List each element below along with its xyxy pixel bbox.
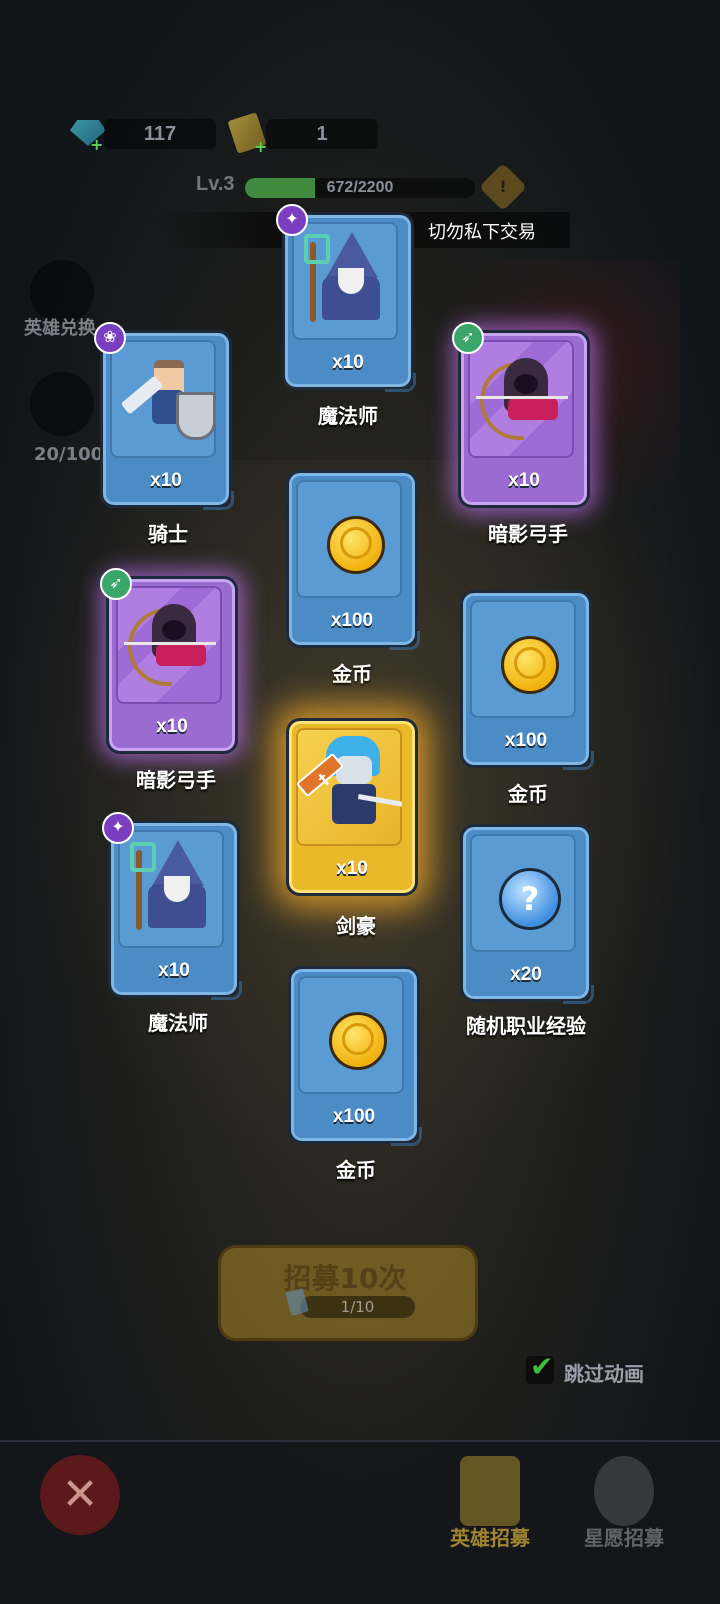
skip-animation-label: 跳过动画 <box>564 1362 644 1386</box>
warning-icon[interactable]: ! <box>478 162 528 212</box>
notice-text: 切勿私下交易 <box>428 222 536 243</box>
tab-wish-recruit[interactable]: 星愿招募 <box>564 1522 684 1551</box>
card-quantity: x10 <box>150 470 182 491</box>
reward-card-random-exp[interactable]: ? x20 <box>460 824 594 1004</box>
card-quantity: x10 <box>336 858 368 879</box>
card-label: 魔法师 <box>318 404 378 428</box>
mage-icon <box>118 830 224 948</box>
archer-icon <box>468 340 574 458</box>
wish-recruit-icon[interactable] <box>594 1456 654 1526</box>
player-level: Lv.3 <box>196 173 235 195</box>
star-progress-button[interactable] <box>30 372 94 436</box>
card-label: 暗影弓手 <box>488 522 568 546</box>
reward-card-shadow-archer[interactable]: ➶ x10 <box>452 322 590 508</box>
close-button[interactable]: ✕ <box>40 1455 120 1535</box>
xp-text: 672/2200 <box>326 179 394 196</box>
card-quantity: x10 <box>508 470 540 491</box>
card-label: 金币 <box>336 1158 376 1182</box>
card-quantity: x10 <box>332 352 364 373</box>
close-icon: ✕ <box>61 1469 99 1520</box>
reward-card-coins[interactable]: x100 <box>288 966 422 1146</box>
card-label: 金币 <box>508 782 548 806</box>
card-quantity: x100 <box>330 610 374 631</box>
recruit-10-label: 招募10次 <box>283 1262 407 1295</box>
add-gems-icon[interactable]: + <box>90 137 104 153</box>
coin-icon <box>296 480 402 598</box>
card-quantity: x10 <box>156 716 188 737</box>
card-label: 魔法师 <box>148 1011 208 1035</box>
ticket-count: 1 <box>266 119 378 149</box>
knight-icon <box>110 340 216 458</box>
card-quantity: x100 <box>332 1106 376 1127</box>
archer-icon <box>116 586 222 704</box>
bow-icon: ➶ <box>100 568 132 600</box>
gem-count: 117 <box>104 119 216 149</box>
coin-icon <box>470 600 576 718</box>
wand-icon: ✦ <box>276 204 308 236</box>
star-progress-text: 20/100 <box>34 444 104 465</box>
coin-icon <box>298 976 404 1094</box>
card-label: 剑豪 <box>336 914 376 938</box>
reward-card-coins[interactable]: x100 <box>286 470 420 650</box>
card-quantity: x100 <box>504 730 548 751</box>
bow-icon: ➶ <box>452 322 484 354</box>
check-icon: ✔ <box>530 1350 554 1383</box>
reward-card-knight[interactable]: ❀ x10 <box>94 322 234 510</box>
reward-card-shadow-archer[interactable]: ➶ x10 <box>100 568 238 754</box>
mage-icon <box>292 222 398 340</box>
reward-card-mage[interactable]: ✦ x10 <box>102 812 242 1000</box>
hero-recruit-icon[interactable] <box>460 1456 520 1526</box>
card-label: 随机职业经验 <box>466 1014 586 1038</box>
hero-exchange-label: 英雄兑换 <box>24 318 96 339</box>
card-label: 暗影弓手 <box>136 768 216 792</box>
card-quantity: x20 <box>510 964 542 985</box>
wand-icon: ✦ <box>102 812 134 844</box>
card-label: 金币 <box>332 662 372 686</box>
paw-icon: ❀ <box>94 322 126 354</box>
reward-card-samurai[interactable]: † x10 <box>286 718 418 896</box>
recruit-progress-text: 1/10 <box>340 1298 375 1316</box>
tab-hero-recruit[interactable]: 英雄招募 <box>430 1522 550 1551</box>
reward-card-mage[interactable]: ✦ x10 <box>276 204 416 392</box>
card-label: 骑士 <box>148 522 188 546</box>
reward-card-coins[interactable]: x100 <box>460 590 594 770</box>
card-quantity: x10 <box>158 960 190 981</box>
question-icon: ? <box>470 834 576 952</box>
